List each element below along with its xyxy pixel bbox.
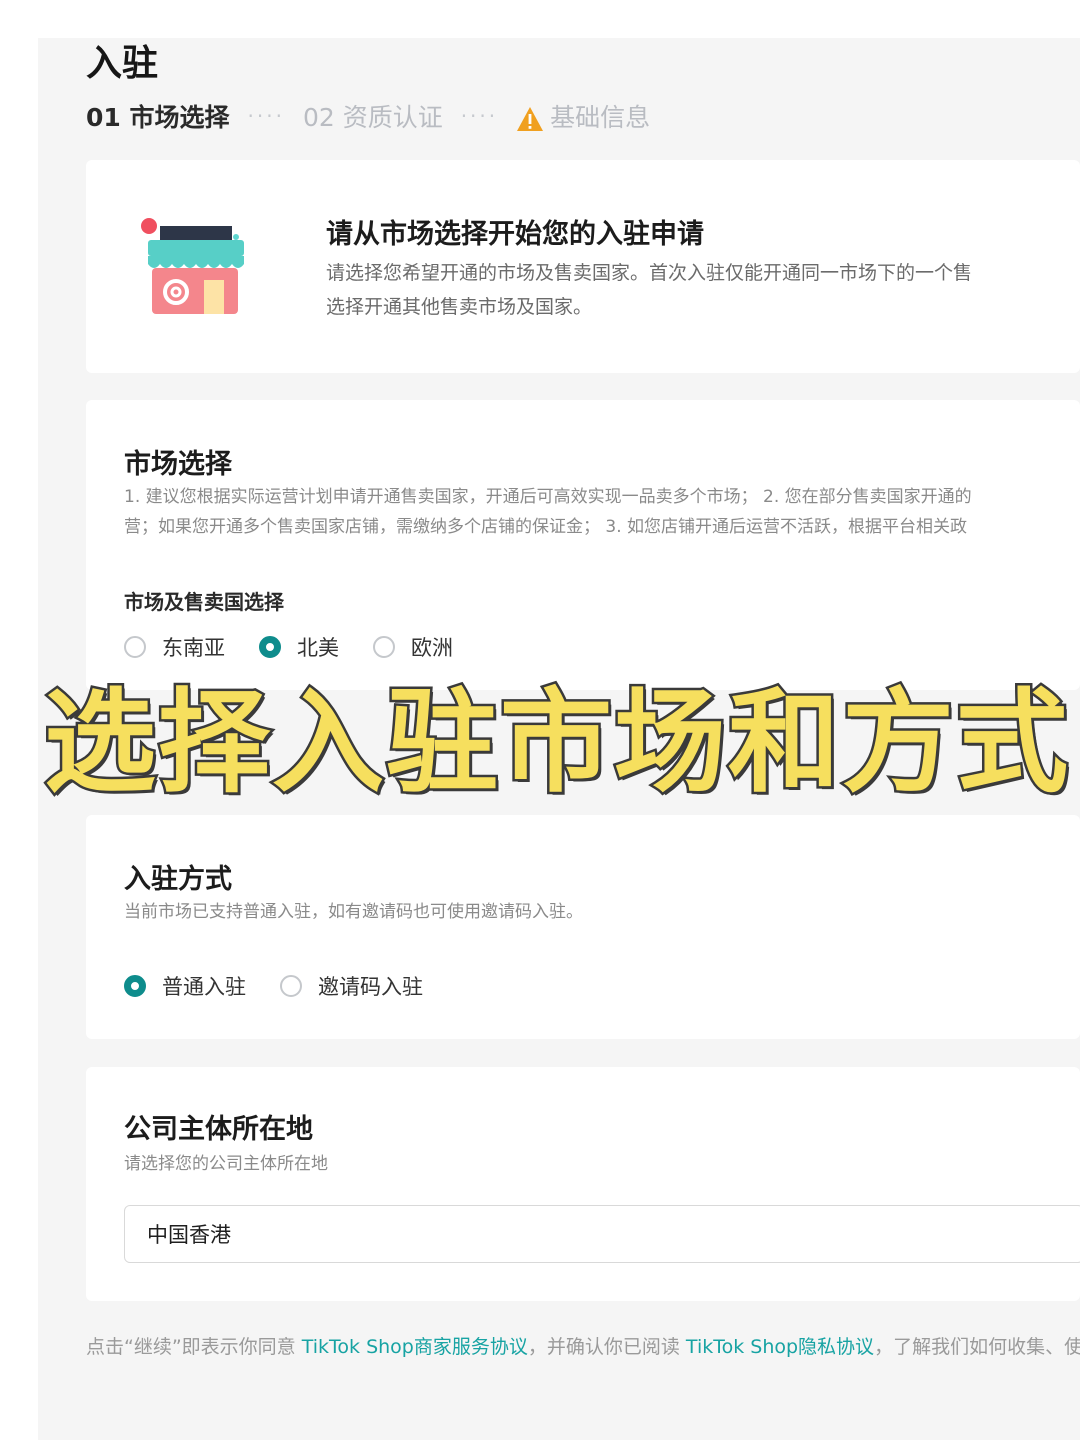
company-location-select[interactable]: 中国香港 — [124, 1205, 1080, 1263]
radio-label: 欧洲 — [411, 636, 453, 660]
intro-desc-line-2: 选择开通其他售卖市场及国家。 — [326, 296, 593, 318]
overlay-caption: 选择入驻市场和方式 — [42, 676, 1071, 811]
merchant-service-agreement-link[interactable]: TikTok Shop商家服务协议 — [302, 1336, 528, 1358]
method-option-standard[interactable]: 普通入驻 — [124, 971, 246, 1001]
onboarding-method-card: 入驻方式 当前市场已支持普通入驻，如有邀请码也可使用邀请码入驻。 普通入驻 邀请… — [86, 815, 1080, 1039]
market-desc-line-2: 营；如果您开通多个售卖国家店铺，需缴纳多个店铺的保证金； 3. 如您店铺开通后运… — [124, 517, 968, 537]
radio-button[interactable] — [259, 636, 281, 658]
method-option-invite-code[interactable]: 邀请码入驻 — [280, 971, 423, 1001]
radio-label: 普通入驻 — [162, 975, 246, 999]
market-section-title: 市场选择 — [124, 449, 232, 480]
privacy-policy-link[interactable]: TikTok Shop隐私协议 — [686, 1336, 874, 1358]
intro-description: 请选择您希望开通的市场及售卖国家。首次入驻仅能开通同一市场下的一个售 选择开通其… — [326, 256, 1080, 324]
shop-icon — [141, 218, 244, 314]
step-separator: ···· — [460, 104, 499, 128]
market-option-north-america[interactable]: 北美 — [259, 632, 339, 662]
market-radio-group: 东南亚 北美 欧洲 — [124, 632, 487, 662]
agreement-notice: 点击“继续”即表示你同意 TikTok Shop商家服务协议，并确认你已阅读 T… — [86, 1332, 1080, 1359]
step-market-selection[interactable]: 01 市场选择 — [86, 98, 230, 134]
market-desc-line-1: 1. 建议您根据实际运营计划申请开通售卖国家，开通后可高效实现一品卖多个市场； … — [124, 487, 972, 507]
radio-button[interactable] — [373, 636, 395, 658]
agreement-text: ，了解我们如何收集、使 — [874, 1336, 1080, 1358]
stepper: 01 市场选择 ···· 02 资质认证 ···· 基础信息 — [86, 96, 650, 136]
intro-title: 请从市场选择开始您的入驻申请 — [326, 219, 704, 250]
company-location-card: 公司主体所在地 请选择您的公司主体所在地 中国香港 — [86, 1067, 1080, 1301]
method-section-description: 当前市场已支持普通入驻，如有邀请码也可使用邀请码入驻。 — [124, 902, 583, 922]
radio-button[interactable] — [280, 975, 302, 997]
intro-desc-line-1: 请选择您希望开通的市场及售卖国家。首次入驻仅能开通同一市场下的一个售 — [326, 262, 973, 284]
step-qualification[interactable]: 02 资质认证 — [303, 98, 443, 134]
radio-label: 邀请码入驻 — [318, 975, 423, 999]
intro-card: 请从市场选择开始您的入驻申请 请选择您希望开通的市场及售卖国家。首次入驻仅能开通… — [86, 160, 1080, 373]
market-option-europe[interactable]: 欧洲 — [373, 632, 453, 662]
page-title: 入驻 — [86, 43, 159, 84]
market-country-label: 市场及售卖国选择 — [124, 590, 284, 614]
market-selection-card: 市场选择 1. 建议您根据实际运营计划申请开通售卖国家，开通后可高效实现一品卖多… — [86, 400, 1080, 690]
step-separator: ···· — [247, 104, 285, 128]
warning-icon — [517, 107, 544, 131]
step-basic-info[interactable]: 基础信息 — [516, 98, 650, 134]
method-radio-group: 普通入驻 邀请码入驻 — [124, 971, 457, 1001]
location-section-title: 公司主体所在地 — [124, 1114, 313, 1145]
step-basic-info-label: 基础信息 — [550, 103, 651, 132]
location-section-description: 请选择您的公司主体所在地 — [124, 1154, 328, 1174]
method-section-title: 入驻方式 — [124, 864, 232, 895]
market-option-southeast-asia[interactable]: 东南亚 — [124, 632, 225, 662]
agreement-text: ，并确认你已阅读 — [527, 1336, 686, 1358]
radio-button[interactable] — [124, 636, 146, 658]
market-section-description: 1. 建议您根据实际运营计划申请开通售卖国家，开通后可高效实现一品卖多个市场； … — [124, 482, 1074, 542]
agreement-text: 点击“继续”即表示你同意 — [86, 1336, 302, 1358]
radio-label: 北美 — [297, 636, 339, 660]
company-location-value: 中国香港 — [147, 1223, 231, 1247]
radio-label: 东南亚 — [162, 636, 225, 660]
radio-button[interactable] — [124, 975, 146, 997]
